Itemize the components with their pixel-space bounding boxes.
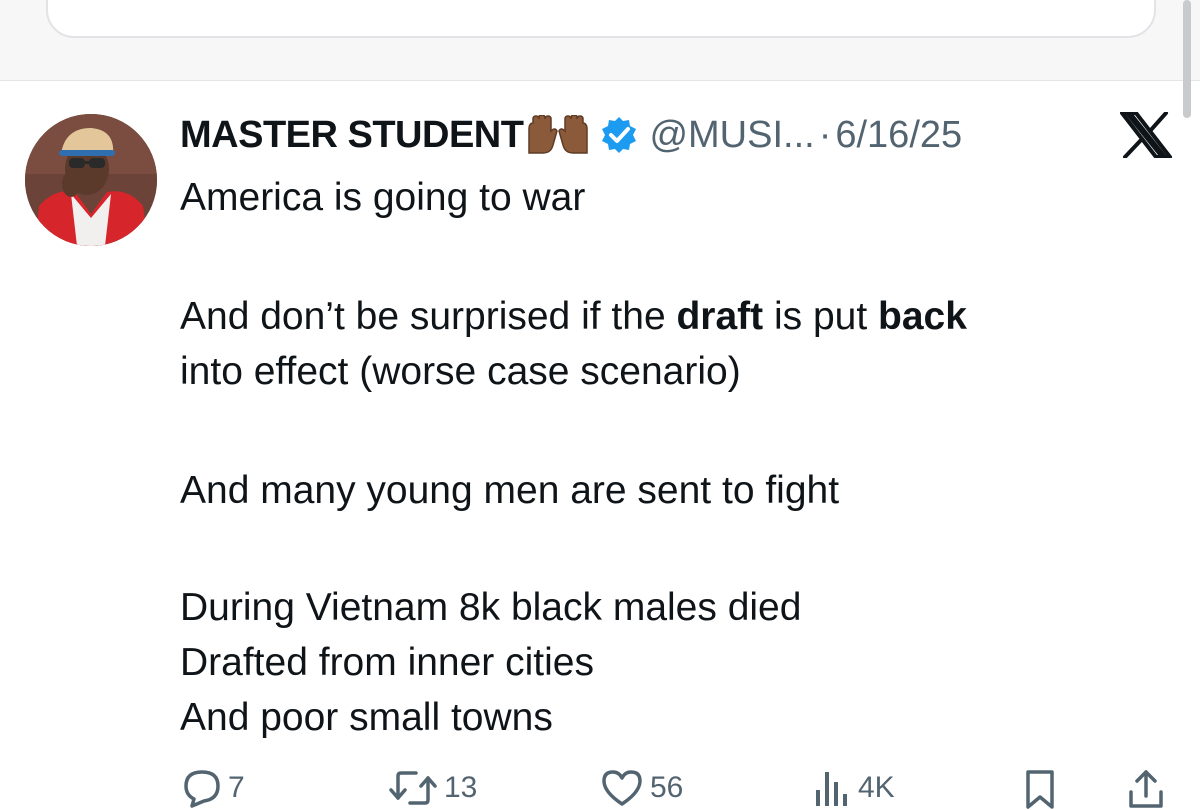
reply-count: 7 bbox=[228, 771, 245, 804]
view-count: 4K bbox=[858, 771, 895, 804]
share-icon bbox=[1129, 770, 1163, 808]
avatar-photo bbox=[25, 114, 157, 246]
analytics-icon bbox=[816, 772, 847, 806]
tweet-actions: 7 13 56 4K bbox=[0, 760, 1200, 810]
raised-hands-emoji-icon bbox=[528, 115, 589, 154]
reply-icon bbox=[184, 770, 220, 808]
avatar[interactable] bbox=[25, 114, 157, 246]
tweet-bold-back: back bbox=[878, 295, 967, 338]
x-logo-icon[interactable] bbox=[1120, 112, 1172, 158]
repost-count: 13 bbox=[444, 771, 478, 804]
tweet-line: And many young men are sent to fight bbox=[180, 469, 840, 512]
views-button[interactable]: 4K bbox=[812, 768, 895, 808]
tweet-bold-draft: draft bbox=[676, 295, 764, 338]
like-button[interactable]: 56 bbox=[600, 768, 683, 808]
author-handle[interactable]: @MUSI... bbox=[649, 114, 814, 157]
tweet-line: America is going to war bbox=[180, 176, 586, 219]
bookmark-button[interactable] bbox=[1020, 768, 1060, 810]
previous-post-card[interactable] bbox=[46, 0, 1156, 38]
tweet-body: America is going to war And don’t be sur… bbox=[180, 170, 1170, 745]
scrollbar[interactable] bbox=[1183, 0, 1191, 118]
tweet-line: During Vietnam 8k black males died bbox=[180, 586, 802, 629]
tweet-header: MASTER STUDENT @MUSI... · 6/16/25 bbox=[180, 110, 962, 160]
reply-button[interactable]: 7 bbox=[182, 768, 245, 808]
heart-icon bbox=[602, 770, 642, 806]
like-count: 56 bbox=[650, 771, 684, 804]
tweet-text-segment: is put bbox=[763, 295, 879, 338]
tweet-paragraph-draft: And don’t be surprised if the draft is p… bbox=[180, 289, 1170, 344]
verified-badge-icon[interactable] bbox=[599, 115, 639, 155]
repost-icon bbox=[389, 771, 437, 805]
tweet-text-segment: And don’t be surprised if the bbox=[180, 295, 677, 338]
author-display-name[interactable]: MASTER STUDENT bbox=[180, 114, 524, 157]
header-separator: · bbox=[818, 113, 832, 156]
repost-button[interactable]: 13 bbox=[388, 768, 477, 808]
tweet-line: Drafted from inner cities bbox=[180, 641, 594, 684]
previous-post-area bbox=[0, 0, 1200, 81]
tweet-line: into effect (worse case scenario) bbox=[180, 350, 741, 393]
tweet-line: And poor small towns bbox=[180, 696, 553, 739]
tweet-date[interactable]: 6/16/25 bbox=[835, 114, 962, 157]
share-button[interactable] bbox=[1126, 768, 1166, 810]
bookmark-icon bbox=[1026, 770, 1054, 809]
